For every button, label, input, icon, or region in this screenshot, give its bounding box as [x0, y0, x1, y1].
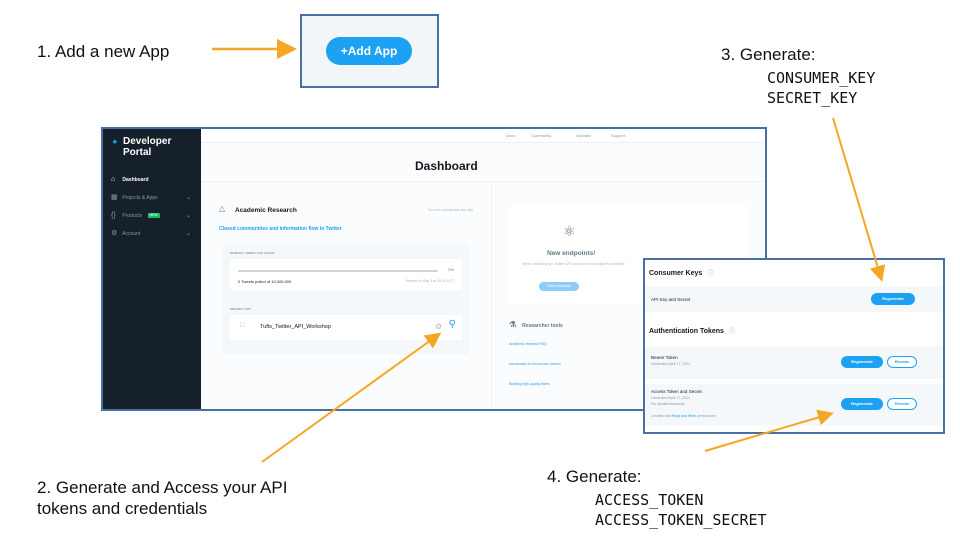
access-token-label: Access Token and Secret [651, 389, 702, 394]
researcher-link-search[interactable]: Introduction to full-archive search [509, 362, 561, 366]
secret-key-code: SECRET_KEY [767, 89, 858, 107]
step-2-line-2: tokens and credentials [37, 499, 208, 518]
usage-note: For non-commercial use only [427, 208, 473, 212]
project-link[interactable]: Closed communities and information flow … [219, 226, 342, 232]
access-token-code: ACCESS_TOKEN [595, 491, 704, 509]
add-app-callout: +Add App [300, 14, 439, 88]
projects-icon: ▦ [111, 194, 118, 201]
sidebar-item-projects[interactable]: ▦ Projects & Apps ⌄ [111, 193, 195, 203]
revoke-access-token-button[interactable]: Revoke [887, 398, 917, 410]
auth-tokens-title: Authentication Tokens [649, 328, 724, 335]
regenerate-access-token-button[interactable]: Regenerate [841, 398, 883, 410]
chevron-down-icon: ⌄ [185, 195, 191, 201]
step-3-label: 3. Generate: CONSUMER_KEY SECRET_KEY [721, 44, 875, 108]
page-title: Dashboard [415, 159, 478, 173]
home-icon: ⌂ [111, 176, 116, 183]
usage-text: 0 Tweets pulled of 10,000,000 [238, 279, 292, 284]
new-endpoints-text: We're rebuilding the Twitter API and hav… [522, 262, 626, 266]
regenerate-api-key-button[interactable]: Regenerate [871, 293, 915, 305]
chevron-down-icon: ⌄ [185, 213, 191, 219]
chevron-down-icon: ⌄ [185, 231, 191, 237]
revoke-bearer-button[interactable]: Revoke [887, 356, 917, 368]
researcher-tools-title: Researcher tools [522, 323, 563, 329]
nav-community[interactable]: Community [531, 133, 551, 138]
access-token-secret-code: ACCESS_TOKEN_SECRET [595, 511, 767, 529]
settings-gear-icon[interactable]: ⚙ [435, 322, 442, 331]
nav-docs[interactable]: Docs [506, 133, 515, 138]
researcher-tools-heading: ⚗ Researcher tools [509, 320, 563, 329]
usage-box: 0% 0 Tweets pulled of 10,000,000 Resets … [230, 259, 462, 290]
auth-tokens-heading: Authentication Tokens ⓘ [649, 326, 735, 335]
keys-and-tokens-panel: Consumer Keys ⓘ API Key and Secret Regene… [643, 258, 945, 434]
sidebar-item-label: Products [122, 213, 143, 219]
access-token-date: Generated April 17, 2021 [651, 396, 690, 400]
new-badge: NEW [147, 213, 160, 219]
arrow-step-3 [832, 117, 886, 282]
researcher-link-filters[interactable]: Building high-quality filters [509, 382, 550, 386]
view-endpoints-button[interactable]: View endpoints [539, 282, 579, 291]
step-3-heading: 3. Generate: [721, 45, 816, 64]
new-endpoints-title: New endpoints! [547, 250, 596, 257]
nav-support[interactable]: Support [611, 133, 625, 138]
perm-suffix: permissions [695, 414, 716, 418]
add-app-button[interactable]: +Add App [326, 37, 412, 65]
api-key-label: API Key and Secret [651, 297, 691, 302]
nav-updates[interactable]: Updates [576, 133, 591, 138]
usage-reset: Resets on May 3 at 00:00 UTC [405, 279, 454, 283]
academic-research-panel: △ Academic Research For non-commercial u… [213, 189, 487, 389]
access-token-account: For @tuftsresearchlip [651, 402, 685, 406]
sidebar-item-label: Projects & Apps [122, 195, 158, 201]
bearer-token-label: Bearer Token [651, 355, 678, 360]
access-token-row: Access Token and Secret Generated April … [645, 384, 943, 426]
graduation-cap-icon: △ [219, 204, 226, 213]
usage-progress-bar [238, 270, 438, 272]
perm-prefix: Created with [651, 414, 672, 418]
consumer-keys-heading: Consumer Keys ⓘ [649, 268, 713, 277]
top-nav: Docs Community Updates Support [201, 129, 765, 143]
step-1-label: 1. Add a new App [37, 42, 170, 61]
bearer-token-row: Bearer Token Generated April 17, 2021 Re… [645, 346, 943, 379]
info-icon: ⓘ [707, 271, 714, 277]
perm-value: Read and Write [671, 414, 696, 418]
sidebar-item-products[interactable]: {} Products NEW ⌄ [111, 211, 195, 221]
consumer-keys-title: Consumer Keys [649, 270, 703, 277]
step-4-heading: 4. Generate: [547, 467, 642, 486]
api-key-row: API Key and Secret Regenerate [645, 286, 943, 312]
project-app-row[interactable]: □ Tufts_Twitter_API_Workshop ⚙ ⚲ [230, 315, 462, 340]
code-icon: {} [111, 212, 116, 219]
sidebar-item-dashboard[interactable]: ⌂ Dashboard [111, 175, 195, 185]
gear-icon: ⚙ [111, 230, 118, 237]
key-icon[interactable]: ⚲ [449, 319, 456, 330]
flask-icon: ⚗ [509, 320, 517, 329]
access-token-permissions: Created with Read and Write permissions [651, 414, 716, 418]
sidebar-title: Developer Portal [123, 136, 172, 158]
step-4-label: 4. Generate: ACCESS_TOKEN ACCESS_TOKEN_S… [547, 466, 767, 530]
twitter-bird-icon: ✦ [111, 137, 119, 147]
project-app-label: PROJECT APP [230, 307, 252, 311]
sidebar-item-account[interactable]: ⚙ Account ⌄ [111, 229, 195, 239]
app-icon: □ [240, 322, 245, 329]
regenerate-bearer-button[interactable]: Regenerate [841, 356, 883, 368]
usage-card: MONTHLY TWEET CAP USAGE 0% 0 Tweets pull… [222, 244, 470, 354]
info-icon: ⓘ [728, 329, 735, 335]
researcher-link-faq[interactable]: Academic research FAQ [509, 342, 547, 346]
academic-research-heading: Academic Research [235, 207, 297, 214]
consumer-key-code: CONSUMER_KEY [767, 69, 876, 87]
sidebar-item-label: Dashboard [122, 177, 149, 183]
usage-label: MONTHLY TWEET CAP USAGE [230, 251, 275, 255]
step-2-label: 2. Generate and Access your API tokens a… [37, 477, 287, 519]
sidebar-item-label: Account [122, 231, 141, 237]
app-name: Tufts_Twitter_API_Workshop [260, 324, 331, 330]
bearer-token-date: Generated April 17, 2021 [651, 362, 690, 366]
sidebar: ✦ Developer Portal ⌂ Dashboard ▦ Project… [103, 129, 201, 409]
step-2-line-1: 2. Generate and Access your API [37, 478, 288, 497]
usage-percent: 0% [448, 267, 454, 272]
endpoints-icon: ⚛ [563, 223, 576, 239]
